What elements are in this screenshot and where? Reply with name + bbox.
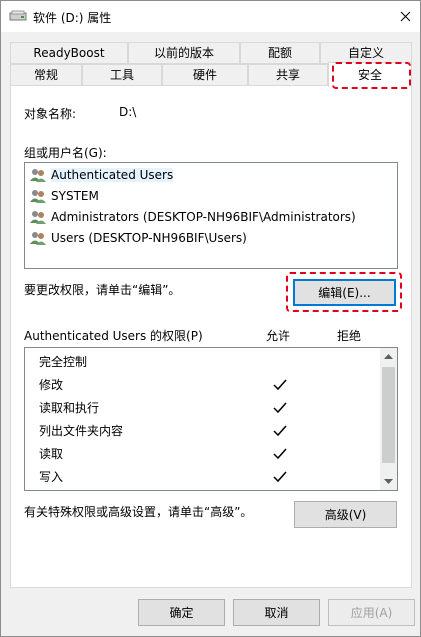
edit-button[interactable]: 编辑(E)... — [293, 279, 396, 306]
group-label: 组或用户名(G): — [24, 146, 107, 160]
allow-header: 允许 — [266, 329, 291, 343]
user-group-icon — [30, 211, 46, 224]
properties-window: 软件 (D:) 属性 ReadyBoost 以前的版本 配额 自定义 常规 工具… — [0, 0, 421, 637]
window-title: 软件 (D:) 属性 — [33, 11, 112, 25]
list-item[interactable]: Authenticated Users — [29, 165, 174, 185]
tab-readyboost[interactable]: ReadyBoost — [10, 42, 128, 64]
user-name: Authenticated Users — [51, 168, 174, 182]
title-bar: 软件 (D:) 属性 — [1, 1, 420, 32]
permission-row-write: 写入 — [39, 470, 64, 484]
scrollbar-thumb[interactable] — [382, 367, 395, 463]
user-group-icon — [30, 190, 46, 203]
deny-header: 拒绝 — [337, 329, 362, 343]
edit-hint: 要更改权限，请单击“编辑”。 — [24, 283, 181, 297]
check-icon — [273, 448, 287, 460]
chevron-up-icon — [384, 354, 393, 359]
permission-row-list-folder: 列出文件夹内容 — [39, 424, 124, 438]
tab-general[interactable]: 常规 — [10, 64, 82, 86]
object-name-label: 对象名称: — [24, 107, 77, 121]
ok-button[interactable]: 确定 — [138, 599, 225, 626]
list-item[interactable]: Administrators (DESKTOP-NH96BIF\Administ… — [29, 207, 356, 227]
advanced-button-label: 高级(V) — [324, 508, 367, 522]
tab-tools[interactable]: 工具 — [82, 64, 162, 86]
list-item[interactable]: Users (DESKTOP-NH96BIF\Users) — [29, 228, 247, 248]
tab-previous-versions[interactable]: 以前的版本 — [128, 42, 240, 64]
check-icon — [273, 379, 287, 391]
check-icon — [273, 402, 287, 414]
tab-customize[interactable]: 自定义 — [320, 42, 412, 64]
user-name: Administrators (DESKTOP-NH96BIF\Administ… — [51, 210, 356, 224]
advanced-hint: 有关特殊权限或高级设置，请单击“高级”。 — [24, 505, 253, 519]
user-group-icon — [30, 169, 46, 182]
list-item[interactable]: SYSTEM — [29, 186, 99, 206]
tab-quota[interactable]: 配额 — [240, 42, 320, 64]
object-name-value: D:\ — [119, 105, 137, 119]
permissions-scrollbar[interactable] — [380, 348, 397, 490]
cancel-button-label: 取消 — [264, 606, 289, 620]
edit-button-label: 编辑(E)... — [318, 286, 371, 300]
check-icon — [273, 425, 287, 437]
permissions-title: Authenticated Users 的权限(P) — [24, 329, 203, 343]
tab-hardware[interactable]: 硬件 — [162, 64, 248, 86]
users-listbox[interactable]: Authenticated Users SYSTEM Administrator… — [24, 162, 398, 269]
apply-button[interactable]: 应用(A) — [328, 599, 415, 626]
close-button[interactable] — [390, 1, 420, 32]
permission-row-read-execute: 读取和执行 — [39, 401, 100, 415]
ok-button-label: 确定 — [169, 606, 194, 620]
permissions-list: 完全控制 修改 读取和执行 列出文件夹内容 读取 写入 — [24, 347, 398, 491]
user-name: Users (DESKTOP-NH96BIF\Users) — [51, 231, 247, 245]
apply-button-label: 应用(A) — [350, 606, 393, 620]
check-icon — [273, 471, 287, 483]
drive-icon — [9, 10, 27, 21]
chevron-down-icon — [384, 479, 393, 484]
user-name: SYSTEM — [51, 189, 99, 203]
close-icon — [400, 11, 410, 22]
tab-security[interactable]: 安全 — [328, 62, 412, 87]
permission-row-modify: 修改 — [39, 378, 64, 392]
scroll-up-arrow[interactable] — [380, 348, 397, 365]
tab-sharing[interactable]: 共享 — [248, 64, 328, 86]
scroll-down-arrow[interactable] — [380, 473, 397, 490]
permission-row-full-control: 完全控制 — [39, 355, 88, 369]
cancel-button[interactable]: 取消 — [233, 599, 320, 626]
user-group-icon — [30, 232, 46, 245]
advanced-button[interactable]: 高级(V) — [294, 501, 397, 528]
permission-row-read: 读取 — [39, 447, 64, 461]
